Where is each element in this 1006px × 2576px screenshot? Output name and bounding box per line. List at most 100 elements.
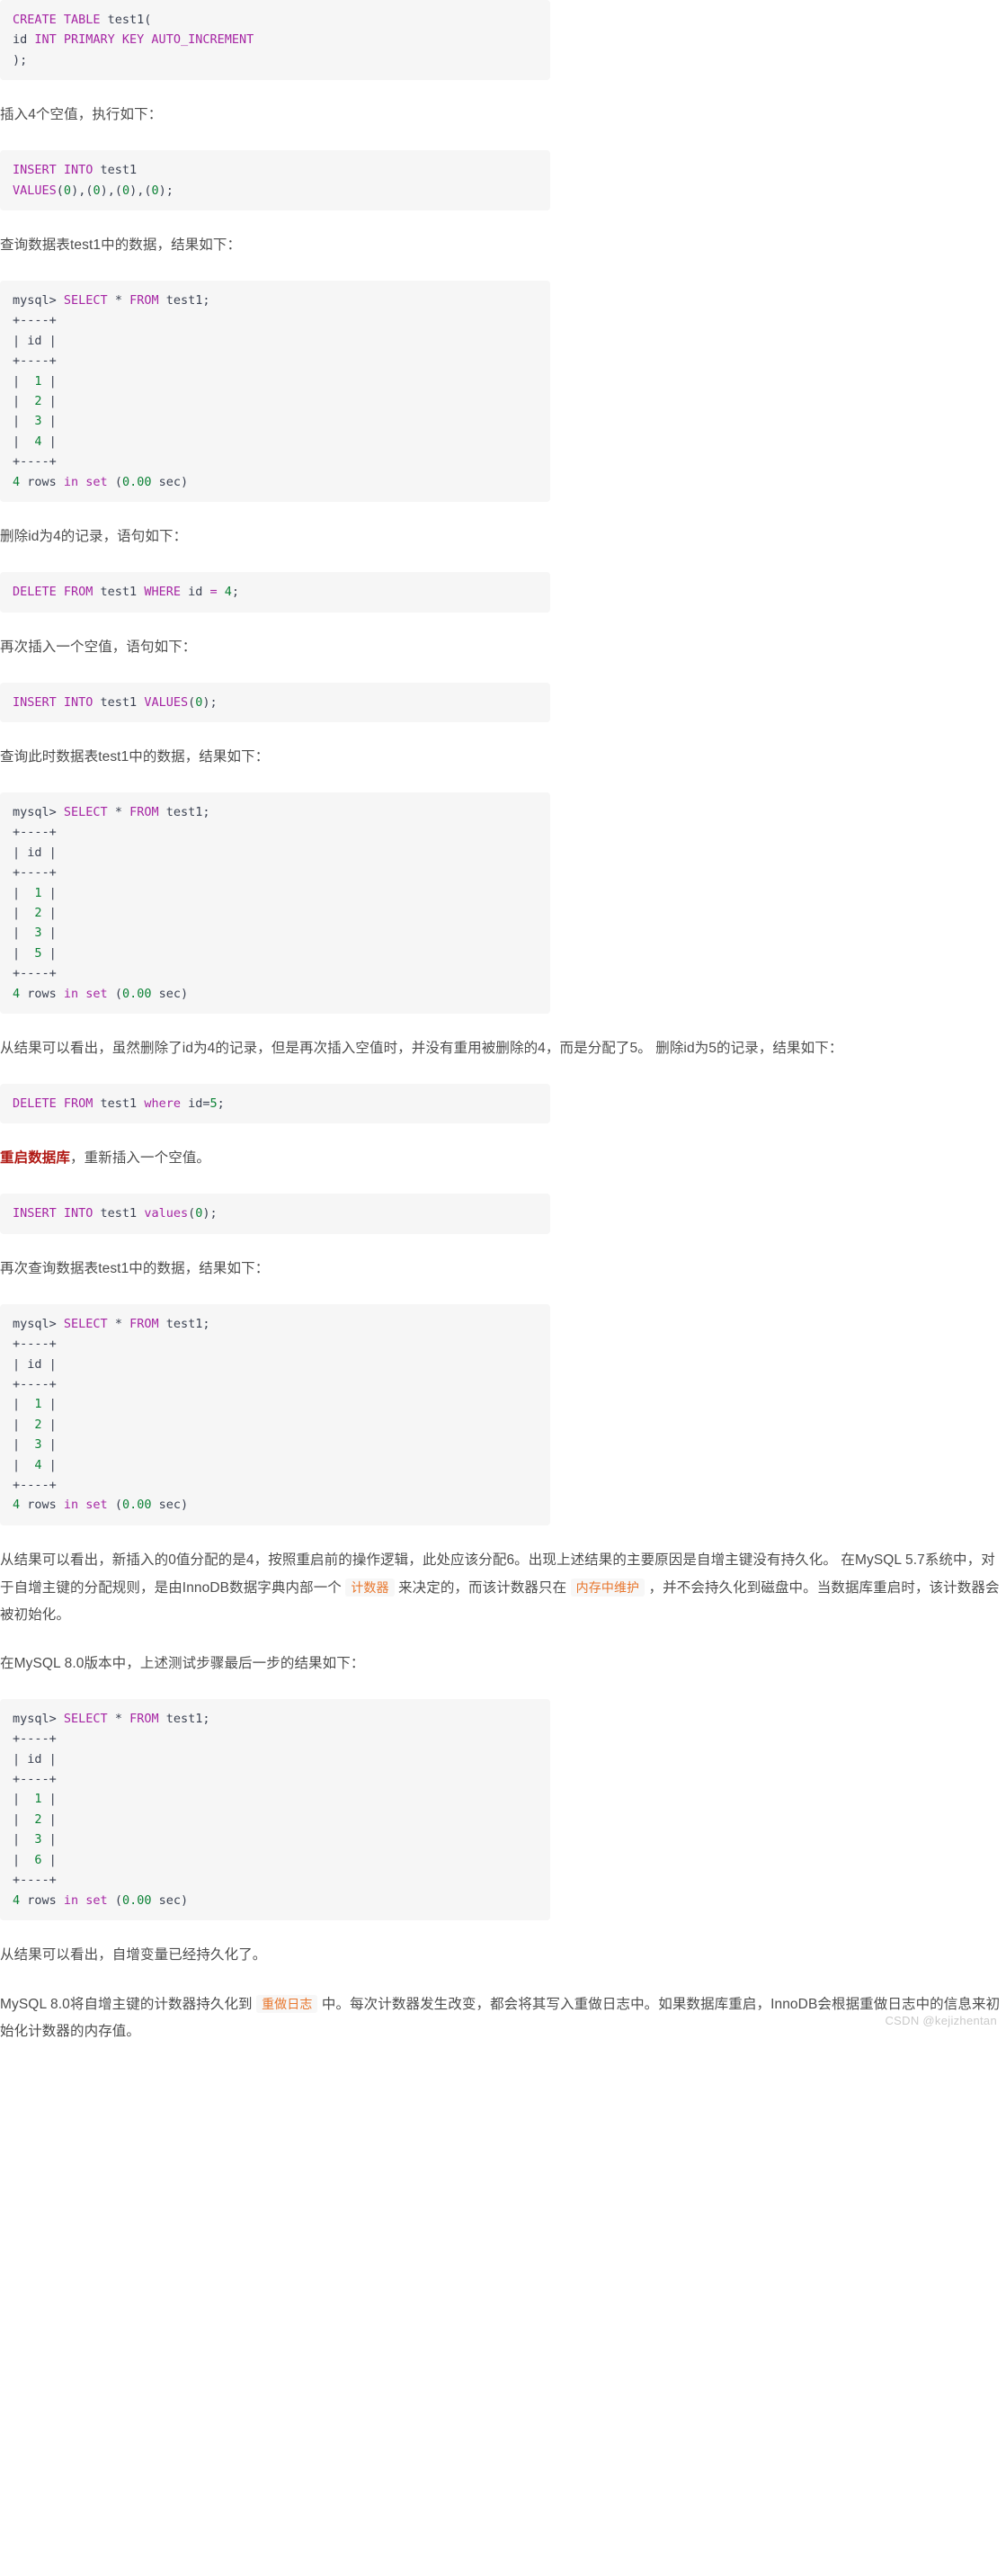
code-create-table[interactable]: CREATE TABLE test1( id INT PRIMARY KEY A… [0, 0, 550, 81]
text-run: 来决定的，而该计数器只在 [394, 1579, 571, 1596]
code-token: test1( [107, 13, 152, 27]
code-token: +----+ [13, 1377, 57, 1391]
code-select-result-4[interactable]: mysql> SELECT * FROM test1; +----+ | id … [0, 1698, 550, 1920]
code-token: 4 [13, 474, 21, 489]
code-token: DELETE FROM [13, 1096, 101, 1111]
code-token: sec) [151, 474, 189, 489]
code-token: | [41, 1397, 57, 1412]
para-mysql8-redo-log: MySQL 8.0将自增主键的计数器持久化到 重做日志 中。每次计数器发生改变，… [0, 1990, 1006, 2045]
code-insert-four[interactable]: INSERT INTO test1 VALUES(0),(0),(0),(0); [0, 150, 550, 211]
code-token: | [41, 414, 57, 429]
code-token: * [114, 804, 130, 819]
code-token: | [41, 394, 57, 409]
code-token: ),( [71, 183, 93, 198]
code-token: | [41, 1437, 57, 1453]
inline-code: 内存中维护 [570, 1578, 645, 1597]
code-select-result-1[interactable]: mysql> SELECT * FROM test1; +----+ | id … [0, 281, 550, 503]
code-token: DELETE FROM [13, 585, 101, 600]
code-token: SELECT [63, 1316, 115, 1331]
code-delete-where-id-5[interactable]: DELETE FROM test1 where id=5; [0, 1083, 550, 1124]
code-token: | [41, 1852, 57, 1867]
code-token: 2 [34, 1811, 42, 1827]
code-token: | [13, 905, 35, 920]
code-token: | [41, 373, 57, 389]
code-token: VALUES [144, 694, 189, 710]
code-token: | [13, 1417, 35, 1432]
code-token: where [144, 1096, 189, 1111]
code-token: 4 [34, 1457, 42, 1472]
code-token: VALUES [13, 183, 57, 198]
code-token: in set [63, 1498, 115, 1513]
code-token: | id | [13, 1356, 57, 1372]
code-token: | [41, 945, 57, 961]
code-token: SELECT [63, 804, 115, 819]
code-token: ),( [100, 183, 122, 198]
code-token: rows [20, 1892, 64, 1908]
code-token: test1; [165, 1711, 210, 1726]
inline-code: 计数器 [345, 1578, 395, 1597]
code-token: mysql> [13, 804, 64, 819]
code-token: test1 [100, 163, 138, 178]
code-token: | [41, 926, 57, 941]
code-token: | [41, 1792, 57, 1807]
code-select-result-2[interactable]: mysql> SELECT * FROM test1; +----+ | id … [0, 792, 550, 1014]
code-token: * [114, 293, 130, 309]
code-token: INSERT INTO [13, 163, 101, 178]
code-token: ( [114, 474, 122, 489]
code-token: 0.00 [121, 1498, 152, 1513]
code-token: 4 [34, 434, 42, 449]
code-token: +----+ [13, 1478, 57, 1493]
text-run: 查询此时数据表test1中的数据，结果如下： [0, 748, 270, 765]
code-select-result-3[interactable]: mysql> SELECT * FROM test1; +----+ | id … [0, 1303, 550, 1525]
code-token: test1 [100, 585, 145, 600]
code-token: | [41, 1417, 57, 1432]
code-token: | [13, 1832, 35, 1847]
code-token: 0 [151, 183, 159, 198]
text-run: ，重新插入一个空值。 [70, 1150, 211, 1167]
code-token: +----+ [13, 865, 57, 881]
code-token: id= [188, 1096, 210, 1111]
code-delete-where-id-4[interactable]: DELETE FROM test1 WHERE id = 4; [0, 572, 550, 613]
code-token: | [13, 1792, 35, 1807]
code-token: test1 [100, 1096, 145, 1111]
para-delete-id-4: 删除id为4的记录，语句如下： [0, 523, 1006, 550]
code-insert-values-zero[interactable]: INSERT INTO test1 VALUES(0); [0, 682, 550, 722]
emphasis-text: 重启数据库 [0, 1150, 71, 1167]
code-token: +----+ [13, 313, 57, 328]
code-token: | [13, 434, 35, 449]
code-token: 5 [209, 1096, 218, 1111]
code-token: SELECT [63, 1711, 115, 1726]
code-token: test1; [165, 804, 210, 819]
code-token: CREATE TABLE [13, 13, 108, 27]
code-token: +----+ [13, 1337, 57, 1352]
code-token: ( [56, 183, 64, 198]
code-token: 3 [34, 1437, 42, 1453]
text-run: 从结果可以看出，虽然删除了id为4的记录，但是再次插入空值时，并没有重用被删除的… [0, 1040, 843, 1056]
code-token: FROM [129, 1316, 166, 1331]
para-conclusion: 从结果可以看出，自增变量已经持久化了。 [0, 1942, 1006, 1969]
code-token: +----+ [13, 353, 57, 369]
code-token: | [13, 394, 35, 409]
code-token: +----+ [13, 966, 57, 981]
code-token: ); [158, 183, 174, 198]
code-token: +----+ [13, 1731, 57, 1747]
code-token: | [41, 885, 57, 900]
code-token: +----+ [13, 825, 57, 840]
code-token: FROM [129, 804, 166, 819]
code-token: | [13, 1397, 35, 1412]
code-token: mysql> [13, 293, 64, 309]
code-insert-values-zero-2[interactable]: INSERT INTO test1 values(0); [0, 1194, 550, 1234]
para-analysis-1: 从结果可以看出，虽然删除了id为4的记录，但是再次插入空值时，并没有重用被删除的… [0, 1035, 1006, 1062]
